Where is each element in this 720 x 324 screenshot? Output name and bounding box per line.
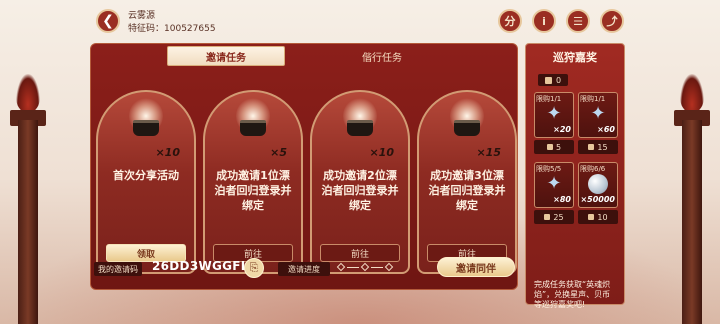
rewards-description: 完成任务获取“英魂炽焰”，兑换星声、贝币等巡狩嘉奖吧! [534,280,611,309]
purchase-limit: 限购6/6 [580,165,606,173]
reward-quantity: ×50000 [580,195,615,204]
back-arrow-icon: ❮ [102,13,114,29]
reward-quantity: ×60 [597,125,615,134]
player-name: 云雾源 [128,11,156,21]
astrite-star-icon: ✦ [590,103,606,124]
ember-crown-icon [337,98,383,144]
invite-code-value: 26DD3WGGFL [152,259,249,273]
task-title: 首次分享活动 [113,169,179,182]
reward-cost: 15 [578,140,618,154]
patrol-rewards-panel: 巡狩嘉奖 0 限购1/1 ✦ ×20 5 限购1/1 ✦ ×60 15 限购5/… [525,43,625,309]
task-card: ×5 成功邀请1位漂泊者回归登录并绑定 前往 [203,90,303,274]
left-brazier-pillar [8,74,48,324]
reward-count: ×10 [155,146,180,159]
progress-node [384,262,394,272]
reward-count: ×5 [270,146,287,159]
task-title: 成功邀请2位漂泊者回归登录并绑定 [321,169,399,212]
reward-item[interactable]: 限购1/1 ✦ ×20 5 [534,92,574,156]
tab-invite-tasks[interactable]: 邀请任务 [167,46,285,66]
ember-crown-icon [444,98,490,144]
ember-currency-icon [588,214,595,220]
rewards-title: 巡狩嘉奖 [553,51,597,64]
player-code: 特征码：100527655 [128,21,216,34]
task-card-list: ×10 首次分享活动 领取 ×5 成功邀请1位漂泊者回归登录并绑定 前往 ×10… [96,90,517,274]
tab-bar: 邀请任务 偕行任务 [91,46,517,68]
left-flame [16,74,40,112]
shell-credit-icon [588,174,608,194]
reward-cost: 10 [578,210,618,224]
back-button[interactable]: ❮ [96,9,120,33]
reward-item[interactable]: 限购6/6 ×50000 10 [578,162,618,226]
reward-cost: 5 [534,140,574,154]
player-code-label: 特征码： [128,24,165,34]
top-right-toolbar: 分 i ☰ ⤴ [498,9,624,33]
task-title: 成功邀请3位漂泊者回归登录并绑定 [428,169,506,212]
reward-count: ×15 [476,146,501,159]
ember-currency-icon [544,76,552,84]
currency-owned: 0 [538,74,568,86]
reward-cost-value: 25 [553,212,564,222]
ember-crown-icon [230,98,276,144]
invite-progress-track [336,262,394,272]
invite-task-panel: 邀请任务 偕行任务 ×10 首次分享活动 领取 ×5 成功邀请1位漂泊者回归登录… [90,43,518,290]
tab-companion-tasks[interactable]: 偕行任务 [323,46,441,66]
reward-item[interactable]: 限购5/5 ✦ ×80 25 [534,162,574,226]
ember-currency-icon [544,214,551,220]
my-invite-code-label: 我的邀请码 [94,262,142,276]
reward-grid: 限购1/1 ✦ ×20 5 限购1/1 ✦ ×60 15 限购5/5 ✦ ×80… [534,92,618,226]
right-brazier-pillar [672,74,712,324]
invite-progress-label: 邀请进度 [278,262,330,276]
progress-node [336,262,346,272]
share-code-icon[interactable]: 分 [498,9,522,33]
task-title: 成功邀请1位漂泊者回归登录并绑定 [214,169,292,212]
reward-item[interactable]: 限购1/1 ✦ ×60 15 [578,92,618,156]
ember-crown-icon [123,98,169,144]
ember-currency-icon [588,144,595,150]
reward-cost-value: 10 [597,212,608,222]
player-code-value: 100527655 [164,24,216,34]
astrite-star-icon: ✦ [546,103,562,124]
reward-quantity: ×80 [553,195,571,204]
info-icon[interactable]: i [532,9,556,33]
reward-cost: 25 [534,210,574,224]
reward-quantity: ×20 [553,125,571,134]
notes-icon[interactable]: ☰ [566,9,590,33]
task-card: ×10 成功邀请2位漂泊者回归登录并绑定 前往 [310,90,410,274]
share-icon[interactable]: ⤴ [600,9,624,33]
progress-node [360,262,370,272]
go-button[interactable]: 前往 [320,244,400,262]
astrite-star-icon: ✦ [546,173,562,194]
task-card: ×10 首次分享活动 领取 [96,90,196,274]
reward-cost-value: 5 [555,142,562,152]
ember-currency-icon [546,144,553,150]
currency-owned-value: 0 [555,75,562,85]
reward-count: ×10 [369,146,394,159]
right-flame [680,74,704,112]
task-card: ×15 成功邀请3位漂泊者回归登录并绑定 前往 [417,90,517,274]
invite-companion-button[interactable]: 邀请同伴 [437,257,515,277]
copy-icon[interactable]: ⎘ [244,258,264,278]
reward-cost-value: 15 [597,142,608,152]
